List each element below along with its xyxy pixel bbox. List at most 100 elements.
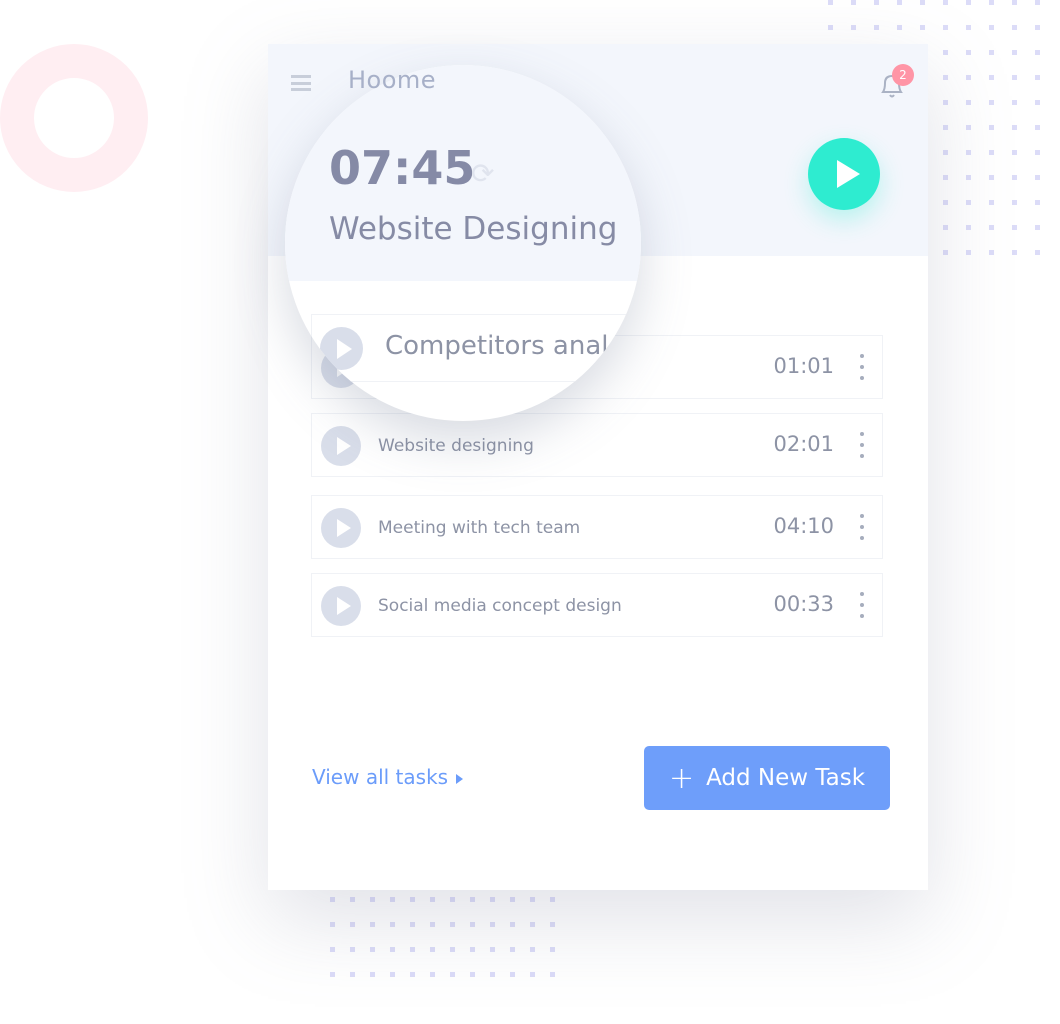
start-timer-button[interactable] (808, 138, 880, 210)
decor-dot (989, 200, 994, 205)
kebab-icon[interactable] (859, 592, 865, 618)
plus-icon: + (668, 760, 695, 796)
decor-dot (1012, 250, 1017, 255)
decor-dot (370, 922, 375, 927)
decor-dot (490, 897, 495, 902)
decor-dot (943, 250, 948, 255)
decor-dot (330, 922, 335, 927)
decor-dot (1012, 50, 1017, 55)
decor-dot (1012, 25, 1017, 30)
decor-dot (966, 150, 971, 155)
decor-dot (966, 25, 971, 30)
add-new-task-button[interactable]: + Add New Task (644, 746, 890, 810)
decor-dot (550, 947, 555, 952)
magnifier-lens: 07:45 ⟳ Website Designing Competitors an… (285, 65, 641, 421)
decor-dot (510, 897, 515, 902)
decor-dot (530, 972, 535, 977)
decor-dot (1035, 200, 1040, 205)
decor-dot (1035, 25, 1040, 30)
decor-dot (966, 125, 971, 130)
decor-dot (1035, 75, 1040, 80)
decor-dot (1035, 175, 1040, 180)
decor-dot (390, 922, 395, 927)
decor-dot (350, 897, 355, 902)
task-row[interactable]: Social media concept design 00:33 (311, 573, 883, 637)
decor-dot (410, 897, 415, 902)
decor-dot (989, 150, 994, 155)
kebab-icon[interactable] (859, 514, 865, 540)
decor-dot (1035, 50, 1040, 55)
decor-dot (851, 25, 856, 30)
task-row[interactable]: Meeting with tech team 04:10 (311, 495, 883, 559)
sync-icon[interactable]: ⟳ (471, 157, 494, 190)
decor-dot (1035, 125, 1040, 130)
task-row[interactable]: Website designing 02:01 (311, 413, 883, 477)
decor-dot (470, 972, 475, 977)
task-time: 00:33 (773, 592, 834, 616)
decor-dot (430, 947, 435, 952)
decor-dot (989, 175, 994, 180)
decor-dot (530, 922, 535, 927)
decor-dot (1035, 150, 1040, 155)
decor-dot (943, 175, 948, 180)
decor-dot (350, 922, 355, 927)
play-icon[interactable] (320, 327, 363, 370)
decor-dot (450, 972, 455, 977)
decor-dot (470, 947, 475, 952)
decor-dot (410, 972, 415, 977)
decor-dot (410, 922, 415, 927)
decor-dot (450, 922, 455, 927)
decor-dot (530, 947, 535, 952)
task-time: 02:01 (773, 432, 834, 456)
decor-dot (350, 972, 355, 977)
decor-dot (450, 897, 455, 902)
decor-dot (390, 947, 395, 952)
decor-dot (966, 200, 971, 205)
decor-dot (1012, 125, 1017, 130)
task-title: Website designing (378, 436, 534, 456)
timer-display: 07:45 (329, 141, 476, 195)
decor-dot (920, 0, 925, 5)
decor-dot (989, 100, 994, 105)
decor-dot (943, 225, 948, 230)
decor-dot (989, 250, 994, 255)
decor-dot (1012, 225, 1017, 230)
caret-right-icon (456, 773, 464, 784)
decor-dot (943, 25, 948, 30)
task-title: Social media concept design (378, 596, 622, 616)
decor-dot (1012, 150, 1017, 155)
decor-dot (943, 150, 948, 155)
decor-dot (943, 100, 948, 105)
decor-dot (430, 897, 435, 902)
decor-dot (989, 0, 994, 5)
task-time: 04:10 (773, 514, 834, 538)
decor-dot (510, 922, 515, 927)
play-icon[interactable] (321, 508, 361, 548)
task-title: Meeting with tech team (378, 518, 581, 538)
decor-dot (989, 125, 994, 130)
play-icon[interactable] (321, 586, 361, 626)
decor-dot (350, 947, 355, 952)
logo: Hoome (348, 66, 437, 94)
play-icon[interactable] (321, 426, 361, 466)
decor-dot (966, 250, 971, 255)
decor-dot (966, 100, 971, 105)
decor-dot (470, 897, 475, 902)
decor-dot (1012, 75, 1017, 80)
decor-dot (989, 50, 994, 55)
decor-dot (550, 972, 555, 977)
kebab-icon[interactable] (859, 432, 865, 458)
decor-dot (943, 50, 948, 55)
decor-dot (920, 25, 925, 30)
view-all-tasks-link[interactable]: View all tasks (312, 765, 464, 789)
decor-ring (0, 44, 148, 192)
task-time: 01:01 (773, 354, 834, 378)
decor-dot (490, 947, 495, 952)
decor-dot (989, 225, 994, 230)
kebab-icon[interactable] (859, 354, 865, 380)
decor-dot (851, 0, 856, 5)
decor-dot (430, 922, 435, 927)
decor-dot (943, 200, 948, 205)
decor-dot (943, 125, 948, 130)
decor-dot (989, 75, 994, 80)
